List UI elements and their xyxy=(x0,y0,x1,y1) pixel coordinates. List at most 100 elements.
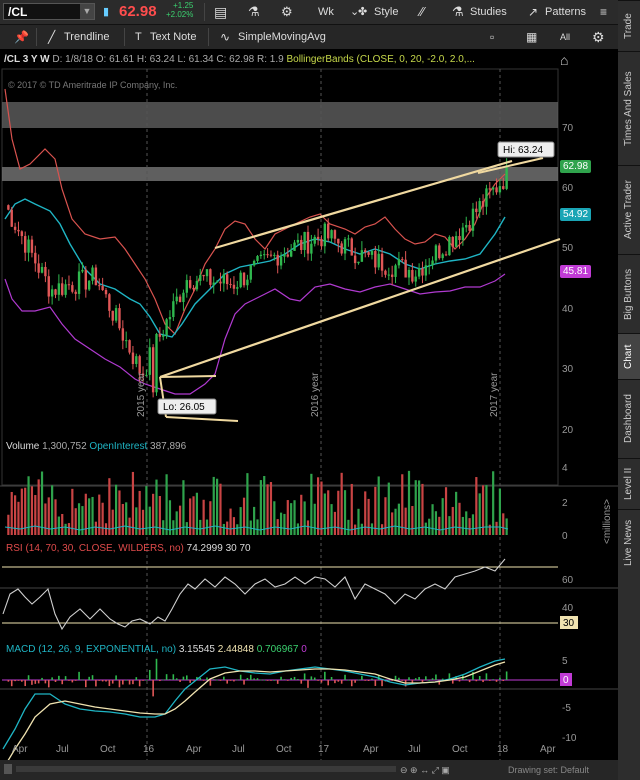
volume-bar xyxy=(108,478,111,535)
candle-body xyxy=(199,274,202,281)
macd-histogram-bar xyxy=(101,680,104,682)
patterns-button[interactable]: Patterns xyxy=(545,0,586,24)
candle-body xyxy=(175,296,178,302)
side-tab-dashboard[interactable]: Dashboard xyxy=(618,379,640,458)
side-tab-live-news[interactable]: Live News xyxy=(618,509,640,576)
macd-histogram-bar xyxy=(307,680,309,688)
candle-body xyxy=(172,301,175,318)
macd-histogram-bar xyxy=(337,680,340,682)
volume-bar xyxy=(199,519,202,535)
macd-histogram-bar xyxy=(482,680,484,683)
macd-histogram-bar xyxy=(226,680,228,684)
macd-histogram-bar xyxy=(159,680,161,682)
gear-icon[interactable]: ⚙ xyxy=(592,25,605,49)
square-icon[interactable]: ▫ xyxy=(490,25,494,49)
side-tab-big-buttons[interactable]: Big Buttons xyxy=(618,254,640,333)
side-tab-chart[interactable]: Chart xyxy=(618,333,640,379)
candle-body xyxy=(256,256,259,261)
gear-icon[interactable]: ⚙ xyxy=(281,0,293,24)
studies-button[interactable]: Studies xyxy=(470,0,507,24)
macd-histogram-bar xyxy=(374,680,377,686)
side-tab-trade[interactable]: Trade xyxy=(618,0,640,51)
side-tab-times-and-sales[interactable]: Times And Sales xyxy=(618,51,640,165)
macd-histogram-bar xyxy=(223,676,225,680)
time-tick: Oct xyxy=(100,744,116,755)
volume-bar xyxy=(330,504,333,535)
candle-body xyxy=(10,209,13,227)
oi-label: OpenInterest xyxy=(89,441,148,452)
horizontal-trendline[interactable] xyxy=(159,375,217,378)
style-button[interactable]: Style xyxy=(374,0,398,24)
year-label-2015: 2015 year xyxy=(136,372,147,417)
volume-bar xyxy=(67,523,71,535)
volume-bar xyxy=(451,506,454,535)
volume-value: 1,300,752 xyxy=(42,441,87,452)
pin-icon[interactable]: 📌 xyxy=(14,25,29,49)
volume-bar xyxy=(263,476,266,535)
macd-histogram-bar xyxy=(37,680,40,684)
side-tab-active-trader[interactable]: Active Trader xyxy=(618,165,640,254)
trendline-icon[interactable]: ╱ xyxy=(48,25,55,49)
zoom-icons[interactable]: ⊖ ⊕ ↔ ⤢ ▣ xyxy=(400,765,450,775)
volume-bar xyxy=(246,473,249,535)
candle-body xyxy=(185,280,188,293)
volume-bar xyxy=(360,523,363,535)
macd-label[interactable]: MACD (12, 26, 9, EXPONENTIAL, no) xyxy=(6,644,176,655)
sma-icon[interactable]: ∿ xyxy=(220,25,230,49)
style-icon[interactable]: ✤ xyxy=(358,0,367,24)
text-note-icon[interactable]: T xyxy=(135,25,142,49)
candle-body xyxy=(114,308,118,321)
volume-bar xyxy=(121,503,124,535)
candle-body xyxy=(50,289,54,297)
scroll-left-button[interactable] xyxy=(4,764,12,774)
linked-icon[interactable]: ▮ xyxy=(103,0,109,24)
candle-body xyxy=(374,251,377,268)
drawings-icon[interactable]: ⁄⁄ xyxy=(420,0,424,24)
macd-histogram-bar xyxy=(128,680,131,685)
grid-icon[interactable]: ▦ xyxy=(526,25,537,49)
volume-bar xyxy=(185,522,188,535)
flask-icon[interactable]: ⚗ xyxy=(452,0,464,24)
candle-body xyxy=(162,335,165,337)
period-button[interactable]: Wk xyxy=(318,0,334,24)
bars-icon[interactable]: ▤ xyxy=(214,0,227,24)
all-button[interactable]: All xyxy=(560,25,570,49)
time-tick: Apr xyxy=(540,744,556,755)
macd-histogram-bar xyxy=(98,680,101,681)
macd-histogram-bar xyxy=(300,680,303,684)
expand-icon[interactable]: ⌂ xyxy=(560,52,568,68)
volume-legend: Volume 1,300,752 OpenInterest 387,896 xyxy=(6,441,186,452)
sma-button[interactable]: SimpleMovingAvg xyxy=(238,25,326,49)
macd-value-3: 0.706967 xyxy=(256,644,299,655)
volume-bar xyxy=(17,501,20,535)
candle-body xyxy=(118,308,121,329)
candle-body xyxy=(128,340,131,353)
candle-body xyxy=(431,260,434,266)
chart-header: /CL 3 Y W D: 1/8/18 O: 61.61 H: 63.24 L:… xyxy=(4,54,475,65)
side-tab-level-ii[interactable]: Level II xyxy=(618,458,640,509)
chart-area[interactable]: 70 60 50 40 30 20 2015 year 2016 year 20… xyxy=(0,49,618,780)
rsi-param-2: 70 xyxy=(239,543,251,554)
candle-body xyxy=(377,253,380,268)
chevron-down-icon[interactable]: ▼ xyxy=(80,4,94,19)
rsi-label[interactable]: RSI (14, 70, 30, CLOSE, WILDERS, no) xyxy=(6,543,184,554)
volume-bar xyxy=(320,481,323,535)
flask-icon[interactable]: ⚗ xyxy=(248,0,260,24)
menu-icon[interactable]: ≡ xyxy=(600,0,607,24)
macd-histogram-bar xyxy=(243,680,245,685)
candle-body xyxy=(17,229,20,232)
text-note-button[interactable]: Text Note xyxy=(150,25,196,49)
volume-bar xyxy=(236,524,239,535)
patterns-icon[interactable]: ↗ xyxy=(528,0,538,24)
macd-histogram-bar xyxy=(270,680,272,681)
resistance-zone xyxy=(2,167,558,181)
scrollbar-track[interactable] xyxy=(16,766,396,772)
macd-histogram-bar xyxy=(54,680,57,682)
study-label[interactable]: BollingerBands (CLOSE, 0, 20, -2.0, 2.0,… xyxy=(286,54,474,65)
volume-bar xyxy=(189,498,192,535)
change-value: +1.25 xyxy=(173,1,194,10)
trendline-button[interactable]: Trendline xyxy=(64,25,109,49)
volume-bar xyxy=(377,476,380,535)
symbol-input[interactable]: /CL ▼ xyxy=(3,3,95,20)
volume-bar xyxy=(434,511,438,535)
